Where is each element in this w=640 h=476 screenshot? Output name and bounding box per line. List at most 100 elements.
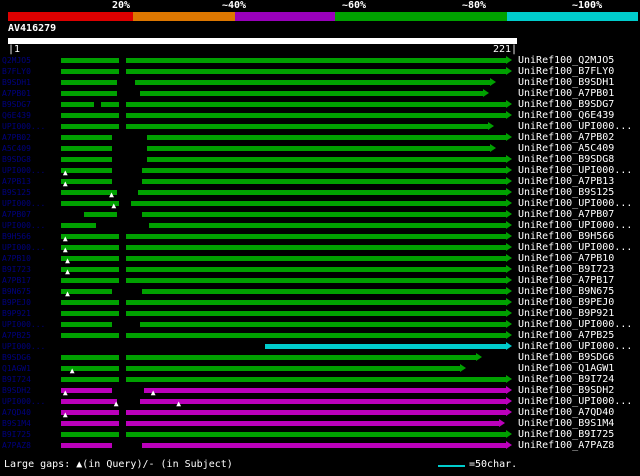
alignment-bar[interactable] [61, 146, 491, 151]
hit-label[interactable]: UniRef100_UPI000... [518, 341, 632, 352]
alignment-bar[interactable] [61, 58, 507, 63]
hit-label[interactable]: UniRef100_A5C409 [518, 143, 614, 154]
alignment-bar[interactable] [61, 190, 507, 195]
alignment-bar[interactable] [61, 102, 507, 107]
hit-label[interactable]: UniRef100_B9I725 [518, 429, 614, 440]
alignment-bar[interactable] [61, 421, 500, 426]
alignment-row: A7PAZ8 UniRef100_A7PAZ8 [0, 440, 640, 451]
hit-label[interactable]: UniRef100_A7QD40 [518, 407, 614, 418]
hit-label[interactable]: UniRef100_B7FLY0 [518, 66, 614, 77]
alignment-arrowhead [506, 100, 513, 108]
hit-label[interactable]: UniRef100_B9I724 [518, 374, 614, 385]
identity-segment-red [8, 12, 133, 21]
alignment-bar[interactable] [264, 344, 507, 349]
alignment-bar[interactable] [61, 443, 507, 448]
alignment-gap [119, 102, 126, 107]
hit-label[interactable]: UniRef100_B9SDH2 [518, 385, 614, 396]
alignment-bar[interactable] [61, 377, 507, 382]
alignment-gap [119, 377, 126, 382]
alignment-row: UPI000... ▲ UniRef100_UPI000... [0, 198, 640, 210]
alignment-bar[interactable] [61, 410, 507, 415]
alignment-bar[interactable] [61, 179, 507, 184]
hit-label[interactable]: UniRef100_Q6E439 [518, 110, 614, 121]
hit-label[interactable]: UniRef100_B9H566 [518, 231, 614, 242]
alignment-bar[interactable] [61, 256, 507, 261]
hit-label[interactable]: UniRef100_A7PB25 [518, 330, 614, 341]
alignment-bar[interactable] [61, 80, 491, 85]
alignment-arrowhead [506, 210, 513, 218]
alignment-bar[interactable] [61, 91, 484, 96]
hit-id-left-label: A7PB02 [2, 133, 31, 142]
alignment-bar[interactable] [61, 289, 507, 294]
hit-id-left-label: UPI000... [2, 122, 46, 131]
alignment-bar[interactable] [61, 245, 507, 250]
alignment-arrowhead [506, 254, 513, 262]
alignment-bar[interactable] [61, 366, 461, 371]
alignment-bar[interactable] [61, 168, 507, 173]
alignment-arrowhead [506, 298, 513, 306]
alignment-bar[interactable] [61, 113, 507, 118]
hit-label[interactable]: UniRef100_Q1AGW1 [518, 363, 614, 374]
hit-id-left-label: B9H566 [2, 232, 31, 241]
hit-label[interactable]: UniRef100_UPI000... [518, 319, 632, 330]
alignment-bar[interactable] [61, 135, 507, 140]
hit-label[interactable]: UniRef100_B9SDG6 [518, 352, 614, 363]
hit-label[interactable]: UniRef100_A7PB10 [518, 253, 614, 264]
alignment-bar[interactable] [61, 432, 507, 437]
alignment-row: UPI000... ▲ UniRef100_UPI000... [0, 242, 640, 254]
hit-label[interactable]: UniRef100_B9S1M4 [518, 418, 614, 429]
alignment-row: A7PB10 ▲ UniRef100_A7PB10 [0, 253, 640, 265]
alignment-gap [116, 399, 140, 404]
alignment-bar[interactable] [61, 124, 488, 129]
alignment-bar[interactable] [61, 267, 507, 272]
alignment-bar[interactable] [61, 333, 507, 338]
hit-label[interactable]: UniRef100_A7PB02 [518, 132, 614, 143]
alignment-arrowhead [506, 309, 513, 317]
alignment-bar[interactable] [61, 201, 507, 206]
hit-label[interactable]: UniRef100_UPI000... [518, 165, 632, 176]
hit-label[interactable]: UniRef100_Q2MJO5 [518, 55, 614, 66]
alignment-gap [119, 245, 126, 250]
hit-label[interactable]: UniRef100_UPI000... [518, 396, 632, 407]
alignment-bar[interactable] [61, 355, 477, 360]
alignment-bar[interactable] [61, 399, 507, 404]
hit-label[interactable]: UniRef100_A7PB01 [518, 88, 614, 99]
hit-label[interactable]: UniRef100_B9PEJ0 [518, 297, 614, 308]
alignment-row: B9S125 ▲ UniRef100_B9S125 [0, 187, 640, 199]
alignment-bar[interactable] [61, 234, 507, 239]
alignment-bar[interactable] [61, 388, 507, 393]
hit-label[interactable]: UniRef100_A7PB07 [518, 209, 614, 220]
hit-label[interactable]: UniRef100_B9SDG7 [518, 99, 614, 110]
alignment-bar[interactable] [61, 322, 507, 327]
hit-label[interactable]: UniRef100_B9N675 [518, 286, 614, 297]
hit-label[interactable]: UniRef100_B9SDH1 [518, 77, 614, 88]
hit-label[interactable]: UniRef100_A7PB17 [518, 275, 614, 286]
hit-label[interactable]: UniRef100_B9SDG8 [518, 154, 614, 165]
alignment-bar[interactable] [61, 311, 507, 316]
hit-label[interactable]: UniRef100_UPI000... [518, 198, 632, 209]
hit-label[interactable]: UniRef100_UPI000... [518, 242, 632, 253]
hit-id-left-label: UPI000... [2, 199, 46, 208]
hit-label[interactable]: UniRef100_B9S125 [518, 187, 614, 198]
alignment-arrowhead [506, 188, 513, 196]
hit-id-left-label: A7PAZ8 [2, 441, 31, 450]
alignment-gap [93, 102, 101, 107]
hit-label[interactable]: UniRef100_B9P921 [518, 308, 614, 319]
hit-label[interactable]: UniRef100_A7PAZ8 [518, 440, 614, 451]
hit-label[interactable]: UniRef100_A7PB13 [518, 176, 614, 187]
hit-id-left-label: A7PB01 [2, 89, 31, 98]
alignment-gap [119, 421, 126, 426]
alignment-bar[interactable] [61, 300, 507, 305]
alignment-bar[interactable] [61, 278, 507, 283]
alignment-arrowhead [506, 56, 513, 64]
alignment-gap [112, 289, 143, 294]
alignment-bar[interactable] [61, 69, 507, 74]
hit-label[interactable]: UniRef100_UPI000... [518, 121, 632, 132]
hit-label[interactable]: UniRef100_B9I723 [518, 264, 614, 275]
hit-id-left-label: B9SDH1 [2, 78, 31, 87]
ruler-start-label: |1 [8, 44, 21, 55]
alignment-bar[interactable] [61, 157, 507, 162]
alignment-bar[interactable] [84, 212, 507, 217]
hit-label[interactable]: UniRef100_UPI000... [518, 220, 632, 231]
alignment-bar[interactable] [61, 223, 507, 228]
